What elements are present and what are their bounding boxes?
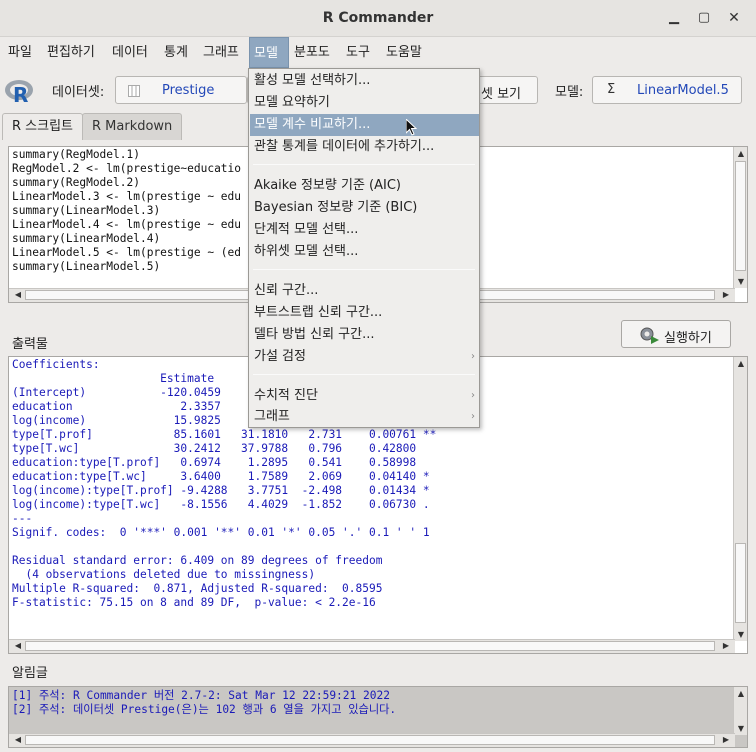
menu-item-subset-selection[interactable]: 하위셋 모델 선택... [250,241,479,263]
tab-r-script[interactable]: R 스크립트 [2,113,84,140]
script-vertical-scrollbar[interactable]: ▲ ▼ [733,147,747,288]
messages-vertical-scrollbar[interactable]: ▲ ▼ [733,687,747,735]
menu-item-add-observation-stats[interactable]: 관찰 통계를 데이터에 추가하기... [250,136,479,158]
output-label: 출력물 [12,337,48,352]
menu-item-hypothesis-tests[interactable]: 가설 검정 › [250,346,479,368]
r-logo-icon: R [5,80,33,104]
minimize-icon[interactable]: ▁ [664,8,684,28]
menu-item-bic[interactable]: Bayesian 정보량 기준 (BIC) [250,197,479,219]
menu-item-graphs[interactable]: 그래프 › [250,406,479,428]
menu-graphs[interactable]: 그래프 [199,37,243,68]
menu-separator [253,269,475,270]
menu-item-delta-method-ci[interactable]: 델타 방법 신뢰 구간... [250,324,479,346]
model-label: 모델: [555,85,584,100]
maximize-icon[interactable]: ▢ [694,8,714,28]
menu-item-aic[interactable]: Akaike 정보량 기준 (AIC) [250,175,479,197]
table-icon [128,85,140,97]
menu-separator [253,164,475,165]
menu-item-compare-coefficients[interactable]: 모델 계수 비교하기... [250,114,479,136]
submenu-arrow-icon: › [471,411,475,422]
output-vertical-scrollbar[interactable]: ▲ ▼ [733,357,747,641]
model-value: LinearModel.5 [637,83,729,98]
close-icon[interactable]: ✕ [724,8,744,28]
r-commander-window: R Commander ▁ ▢ ✕ 파일 편집하기 데이터 통계 그래프 모델 … [0,0,756,752]
title-bar: R Commander ▁ ▢ ✕ [0,0,756,37]
messages-horizontal-scrollbar[interactable]: ◀ ▶ [9,733,735,747]
models-dropdown-menu: 활성 모델 선택하기... 모델 요약하기 모델 계수 비교하기... 관찰 통… [248,68,480,428]
menu-file[interactable]: 파일 [4,37,36,68]
menu-item-numerical-diagnostics[interactable]: 수치적 진단 › [250,385,479,407]
sigma-icon: Σ [607,82,616,97]
menu-separator [253,374,475,375]
menu-item-summarize-model[interactable]: 모델 요약하기 [250,92,479,114]
run-button[interactable]: 실행하기 [621,320,731,348]
menu-models[interactable]: 모델 [249,37,289,68]
output-horizontal-scrollbar[interactable]: ◀ ▶ [9,639,735,653]
menu-statistics[interactable]: 통계 [160,37,192,68]
submenu-arrow-icon: › [471,351,475,362]
menu-edit[interactable]: 편집하기 [43,37,99,68]
menu-item-confidence-intervals[interactable]: 신뢰 구간... [250,280,479,302]
model-button[interactable]: Σ LinearModel.5 [592,76,742,104]
menu-item-stepwise-selection[interactable]: 단계적 모델 선택... [250,219,479,241]
menu-item-bootstrap-ci[interactable]: 부트스트랩 신뢰 구간... [250,302,479,324]
menu-distributions[interactable]: 분포도 [290,37,334,68]
menu-item-select-active-model[interactable]: 활성 모델 선택하기... [250,70,479,92]
view-dataset-button[interactable]: 셋 보기 [472,76,538,104]
submenu-arrow-icon: › [471,390,475,401]
dataset-value: Prestige [162,83,215,98]
svg-text:R: R [13,83,28,104]
tab-r-markdown[interactable]: R Markdown [82,113,183,140]
dataset-label: 데이터셋: [52,85,105,100]
dataset-button[interactable]: Prestige [115,76,247,104]
messages-pane[interactable]: [1] 주석: R Commander 버전 2.7-2: Sat Mar 12… [8,686,748,748]
messages-label: 알림글 [12,666,48,681]
menu-bar: 파일 편집하기 데이터 통계 그래프 모델 분포도 도구 도움말 [0,37,756,68]
menu-tools[interactable]: 도구 [342,37,374,68]
menu-data[interactable]: 데이터 [108,37,152,68]
mouse-cursor-icon [406,119,418,136]
gear-run-icon [640,327,659,344]
window-title: R Commander [322,10,434,26]
messages-text: [1] 주석: R Commander 버전 2.7-2: Sat Mar 12… [12,689,397,716]
menu-help[interactable]: 도움말 [382,37,426,68]
